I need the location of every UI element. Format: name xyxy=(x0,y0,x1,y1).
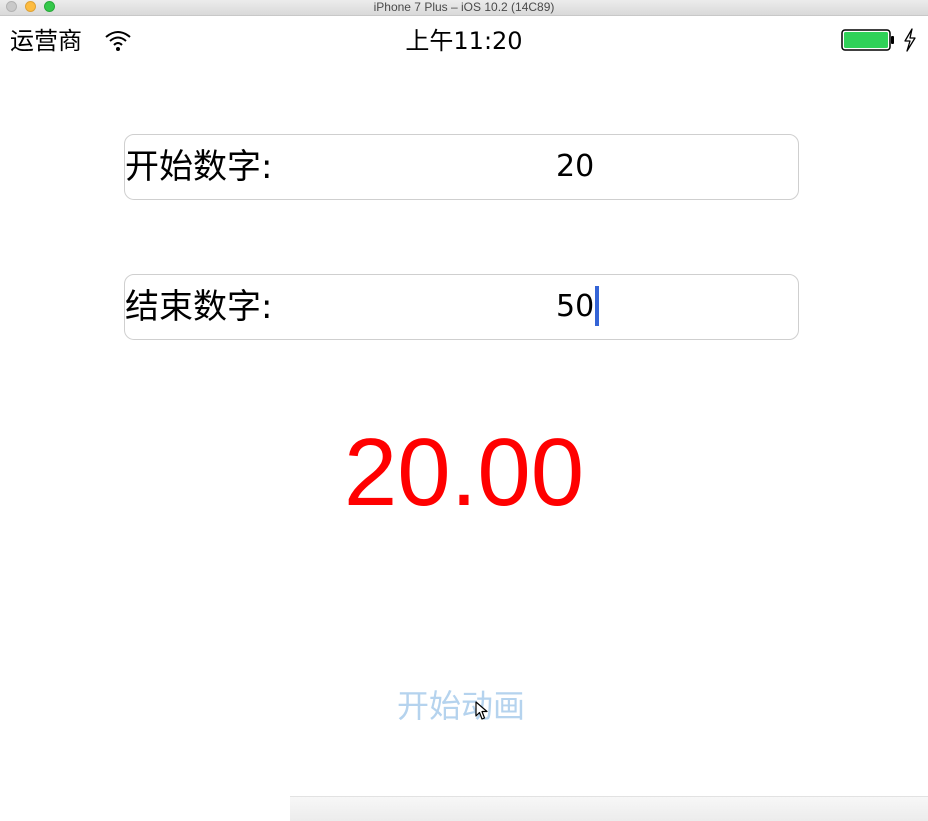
start-number-input[interactable]: 20 xyxy=(556,135,594,199)
end-number-value: 50 xyxy=(556,289,595,324)
window-title: iPhone 7 Plus – iOS 10.2 (14C89) xyxy=(373,0,555,14)
animated-counter-label: 20.00 xyxy=(343,419,585,526)
end-number-field[interactable]: 结束数字: 50 xyxy=(124,274,799,340)
text-caret xyxy=(595,285,600,326)
start-animation-button[interactable]: 开始动画 xyxy=(361,680,561,732)
end-number-label: 结束数字: xyxy=(125,287,273,327)
end-number-input[interactable]: 50 xyxy=(556,275,600,339)
mouse-pointer-icon xyxy=(475,701,488,720)
simulator-window: iPhone 7 Plus – iOS 10.2 (14C89) 运营商 上午1… xyxy=(0,0,928,821)
status-time: 上午11:20 xyxy=(405,27,523,55)
simulator-bottom-edge xyxy=(290,796,928,821)
status-bar: 运营商 上午11:20 xyxy=(0,16,928,66)
start-number-field[interactable]: 开始数字: 20 xyxy=(124,134,799,200)
title-bar: iPhone 7 Plus – iOS 10.2 (14C89) xyxy=(0,0,928,16)
bolt-icon xyxy=(904,28,916,52)
start-number-label: 开始数字: xyxy=(125,147,273,187)
battery-icon xyxy=(841,29,894,51)
